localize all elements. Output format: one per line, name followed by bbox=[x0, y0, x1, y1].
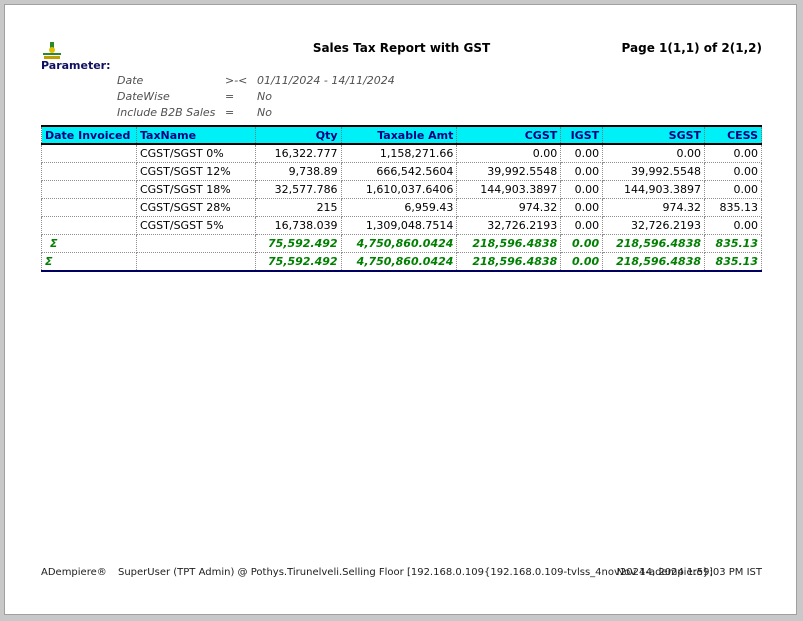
cell-taxable-amt: 1,158,271.66 bbox=[340, 143, 458, 163]
column-header-cess[interactable]: CESS bbox=[704, 125, 762, 145]
table-row: CGST/SGST 5% 16,738.039 1,309,048.7514 3… bbox=[41, 216, 762, 235]
cell-date-invoiced bbox=[41, 216, 137, 235]
subtotal-row: Σ 75,592.492 4,750,860.0424 218,596.4838… bbox=[41, 234, 762, 253]
column-header-cgst[interactable]: CGST bbox=[456, 125, 562, 145]
column-header-igst[interactable]: IGST bbox=[560, 125, 604, 145]
parameter-name: Date bbox=[117, 74, 144, 87]
footer-app-name: ADempiere® bbox=[41, 567, 107, 578]
cell-sgst: 218,596.4838 bbox=[602, 252, 706, 272]
cell-taxable-amt: 6,959.43 bbox=[340, 198, 458, 217]
tax-report-table: Date Invoiced TaxName Qty Taxable Amt CG… bbox=[41, 125, 762, 272]
cell-taxname: CGST/SGST 0% bbox=[135, 143, 256, 163]
grand-total-row: Σ 75,592.492 4,750,860.0424 218,596.4838… bbox=[41, 252, 762, 272]
cell-sgst: 144,903.3897 bbox=[602, 180, 706, 199]
cell-taxable-amt: 4,750,860.0424 bbox=[340, 252, 458, 272]
cell-taxable-amt: 666,542.5604 bbox=[340, 162, 458, 181]
cell-sgst: 39,992.5548 bbox=[602, 162, 706, 181]
cell-igst: 0.00 bbox=[560, 198, 604, 217]
parameter-heading: Parameter: bbox=[41, 59, 111, 72]
parameter-value: 01/11/2024 - 14/11/2024 bbox=[257, 74, 395, 87]
parameter-value: No bbox=[257, 106, 272, 119]
report-page: Sales Tax Report with GST Page 1(1,1) of… bbox=[4, 4, 797, 615]
cell-igst: 0.00 bbox=[560, 180, 604, 199]
column-header-taxable-amt[interactable]: Taxable Amt bbox=[340, 125, 458, 145]
parameter-name: Include B2B Sales bbox=[117, 106, 216, 119]
cell-cess: 835.13 bbox=[704, 252, 762, 272]
sum-symbol: Σ bbox=[41, 234, 137, 253]
cell-qty: 75,592.492 bbox=[254, 252, 342, 272]
table-row: CGST/SGST 12% 9,738.89 666,542.5604 39,9… bbox=[41, 162, 762, 181]
cell-sgst: 218,596.4838 bbox=[602, 234, 706, 253]
cell-sgst: 0.00 bbox=[602, 143, 706, 163]
cell-cess: 835.13 bbox=[704, 234, 762, 253]
parameter-name: DateWise bbox=[117, 90, 170, 103]
cell-qty: 32,577.786 bbox=[254, 180, 342, 199]
cell-cgst: 39,992.5548 bbox=[456, 162, 562, 181]
cell-taxname: CGST/SGST 5% bbox=[135, 216, 256, 235]
table-row: CGST/SGST 18% 32,577.786 1,610,037.6406 … bbox=[41, 180, 762, 199]
cell-taxable-amt: 4,750,860.0424 bbox=[340, 234, 458, 253]
cell-igst: 0.00 bbox=[560, 162, 604, 181]
cell-igst: 0.00 bbox=[560, 252, 604, 272]
cell-taxname bbox=[135, 252, 256, 272]
column-header-sgst[interactable]: SGST bbox=[602, 125, 706, 145]
cell-cess: 0.00 bbox=[704, 143, 762, 163]
cell-cess: 0.00 bbox=[704, 162, 762, 181]
cell-taxable-amt: 1,309,048.7514 bbox=[340, 216, 458, 235]
table-row: CGST/SGST 0% 16,322.777 1,158,271.66 0.0… bbox=[41, 143, 762, 163]
cell-igst: 0.00 bbox=[560, 143, 604, 163]
cell-cess: 0.00 bbox=[704, 216, 762, 235]
cell-sgst: 32,726.2193 bbox=[602, 216, 706, 235]
cell-qty: 16,322.777 bbox=[254, 143, 342, 163]
cell-qty: 75,592.492 bbox=[254, 234, 342, 253]
cell-cess: 0.00 bbox=[704, 180, 762, 199]
cell-date-invoiced bbox=[41, 180, 137, 199]
parameter-operator: >-< bbox=[225, 74, 248, 87]
parameter-operator: = bbox=[225, 90, 235, 103]
cell-date-invoiced bbox=[41, 198, 137, 217]
column-header-qty[interactable]: Qty bbox=[254, 125, 342, 145]
cell-taxname: CGST/SGST 18% bbox=[135, 180, 256, 199]
cell-date-invoiced bbox=[41, 162, 137, 181]
cell-cess: 835.13 bbox=[704, 198, 762, 217]
cell-taxable-amt: 1,610,037.6406 bbox=[340, 180, 458, 199]
table-row: CGST/SGST 28% 215 6,959.43 974.32 0.00 9… bbox=[41, 198, 762, 217]
table-header-row: Date Invoiced TaxName Qty Taxable Amt CG… bbox=[41, 125, 762, 145]
cell-igst: 0.00 bbox=[560, 216, 604, 235]
cell-taxname: CGST/SGST 28% bbox=[135, 198, 256, 217]
cell-sgst: 974.32 bbox=[602, 198, 706, 217]
cell-qty: 16,738.039 bbox=[254, 216, 342, 235]
cell-cgst: 32,726.2193 bbox=[456, 216, 562, 235]
cell-cgst: 218,596.4838 bbox=[456, 252, 562, 272]
cell-igst: 0.00 bbox=[560, 234, 604, 253]
cell-taxname: CGST/SGST 12% bbox=[135, 162, 256, 181]
cell-cgst: 218,596.4838 bbox=[456, 234, 562, 253]
footer-timestamp: Nov 14, 2024 1:59:03 PM IST bbox=[616, 567, 762, 578]
column-header-date-invoiced[interactable]: Date Invoiced bbox=[41, 125, 137, 145]
cell-qty: 9,738.89 bbox=[254, 162, 342, 181]
cell-cgst: 144,903.3897 bbox=[456, 180, 562, 199]
sum-symbol: Σ bbox=[41, 252, 137, 272]
cell-date-invoiced bbox=[41, 143, 137, 163]
cell-cgst: 974.32 bbox=[456, 198, 562, 217]
parameter-operator: = bbox=[225, 106, 235, 119]
cell-qty: 215 bbox=[254, 198, 342, 217]
page-number: Page 1(1,1) of 2(1,2) bbox=[621, 41, 762, 55]
cell-cgst: 0.00 bbox=[456, 143, 562, 163]
parameter-value: No bbox=[257, 90, 272, 103]
cell-taxname bbox=[135, 234, 256, 253]
column-header-taxname[interactable]: TaxName bbox=[135, 125, 256, 145]
